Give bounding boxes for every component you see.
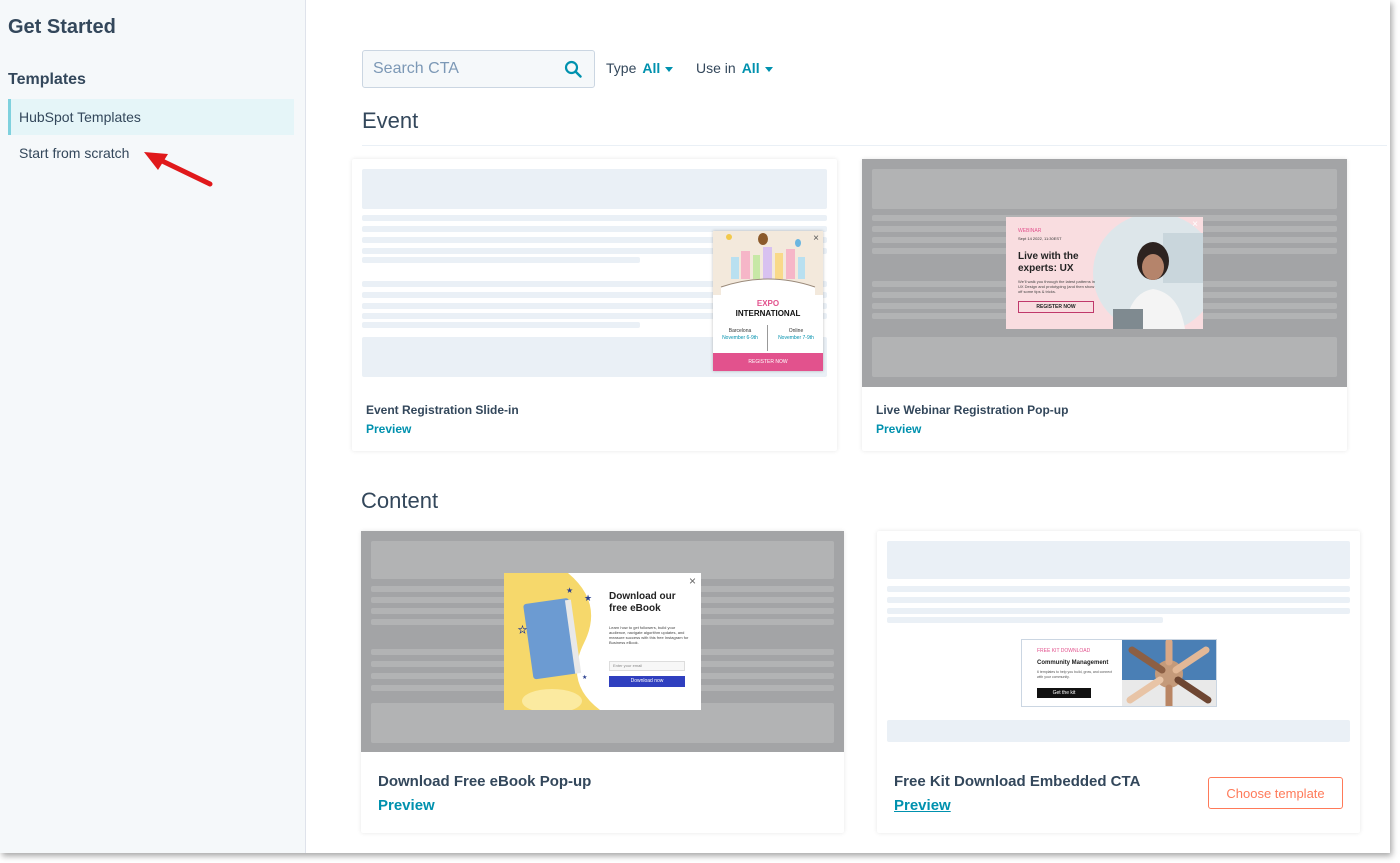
sidebar-section-templates: Templates — [8, 71, 86, 88]
team-hands-photo-icon — [1122, 640, 1216, 706]
template-thumbnail: × EXPO INTERNATIONAL Barcelona November … — [352, 159, 837, 387]
kit-cta-preview: FREE KIT DOWNLOAD Community Management 6… — [1021, 639, 1217, 707]
template-thumbnail: FREE KIT DOWNLOAD Community Management 6… — [877, 531, 1360, 752]
webinar-popup-preview: × WEBINAR Sept 14 2022, 11:30EST Live wi… — [1006, 217, 1203, 329]
template-thumbnail: × WEBINAR Sept 14 2022, 11:30EST Live wi… — [862, 159, 1347, 387]
svg-text:★: ★ — [582, 674, 587, 681]
ebook-illustration-icon: ★ ★ ★ ★ — [504, 573, 600, 710]
preview-link[interactable]: Preview — [378, 797, 435, 814]
template-thumbnail: ★ ★ ★ ★ × Download our free eBook Learn … — [361, 531, 844, 752]
template-card-ebook-popup[interactable]: ★ ★ ★ ★ × Download our free eBook Learn … — [361, 531, 844, 833]
svg-text:★: ★ — [566, 586, 573, 595]
choose-template-button[interactable]: Choose template — [1208, 777, 1343, 809]
chevron-down-icon — [764, 66, 773, 72]
sidebar-title: Get Started — [8, 16, 116, 38]
svg-text:★: ★ — [584, 594, 592, 604]
template-card-webinar-popup[interactable]: × WEBINAR Sept 14 2022, 11:30EST Live wi… — [862, 159, 1347, 451]
usein-filter-value: All — [741, 60, 760, 76]
template-card-kit-embedded-cta[interactable]: FREE KIT DOWNLOAD Community Management 6… — [877, 531, 1360, 833]
search-input[interactable] — [363, 51, 553, 87]
book-city-illustration-icon — [713, 231, 823, 295]
card-title: Live Webinar Registration Pop-up — [876, 403, 1069, 417]
card-title: Download Free eBook Pop-up — [378, 773, 592, 790]
sidebar-item-label: HubSpot Templates — [19, 109, 141, 125]
section-heading-event: Event — [362, 108, 419, 133]
annotation-arrow-icon — [144, 152, 213, 187]
type-filter-value: All — [642, 60, 661, 76]
type-filter-dropdown[interactable]: Type All — [606, 60, 674, 76]
sidebar-item-label: Start from scratch — [19, 145, 130, 161]
usein-filter-dropdown[interactable]: Use in All — [696, 60, 773, 76]
preview-link[interactable]: Preview — [894, 797, 951, 814]
preview-link[interactable]: Preview — [876, 422, 921, 436]
speaker-photo-icon — [1093, 217, 1203, 329]
usein-filter-label: Use in — [696, 60, 736, 76]
close-icon: × — [688, 574, 696, 588]
template-card-event-slidein[interactable]: × EXPO INTERNATIONAL Barcelona November … — [352, 159, 837, 451]
sidebar: Get Started Templates HubSpot Templates … — [0, 0, 306, 853]
svg-text:★: ★ — [518, 625, 527, 636]
section-heading-content: Content — [361, 488, 439, 513]
card-title: Event Registration Slide-in — [366, 403, 519, 417]
sidebar-item-hubspot-templates[interactable]: HubSpot Templates — [8, 99, 294, 135]
slidein-preview: × EXPO INTERNATIONAL Barcelona November … — [713, 231, 823, 371]
search-box — [362, 50, 595, 88]
app-window: Get Started Templates HubSpot Templates … — [0, 0, 1390, 853]
close-icon: × — [1192, 219, 1198, 230]
main-content: Type All Use in All Event — [307, 0, 1390, 853]
ebook-popup-preview: ★ ★ ★ ★ × Download our free eBook Learn … — [504, 573, 701, 710]
type-filter-label: Type — [606, 60, 637, 76]
section-divider — [362, 145, 1387, 146]
search-icon[interactable] — [564, 60, 582, 78]
close-icon: × — [813, 233, 819, 244]
card-title: Free Kit Download Embedded CTA — [894, 773, 1141, 790]
chevron-down-icon — [665, 66, 674, 72]
preview-link[interactable]: Preview — [366, 422, 411, 436]
